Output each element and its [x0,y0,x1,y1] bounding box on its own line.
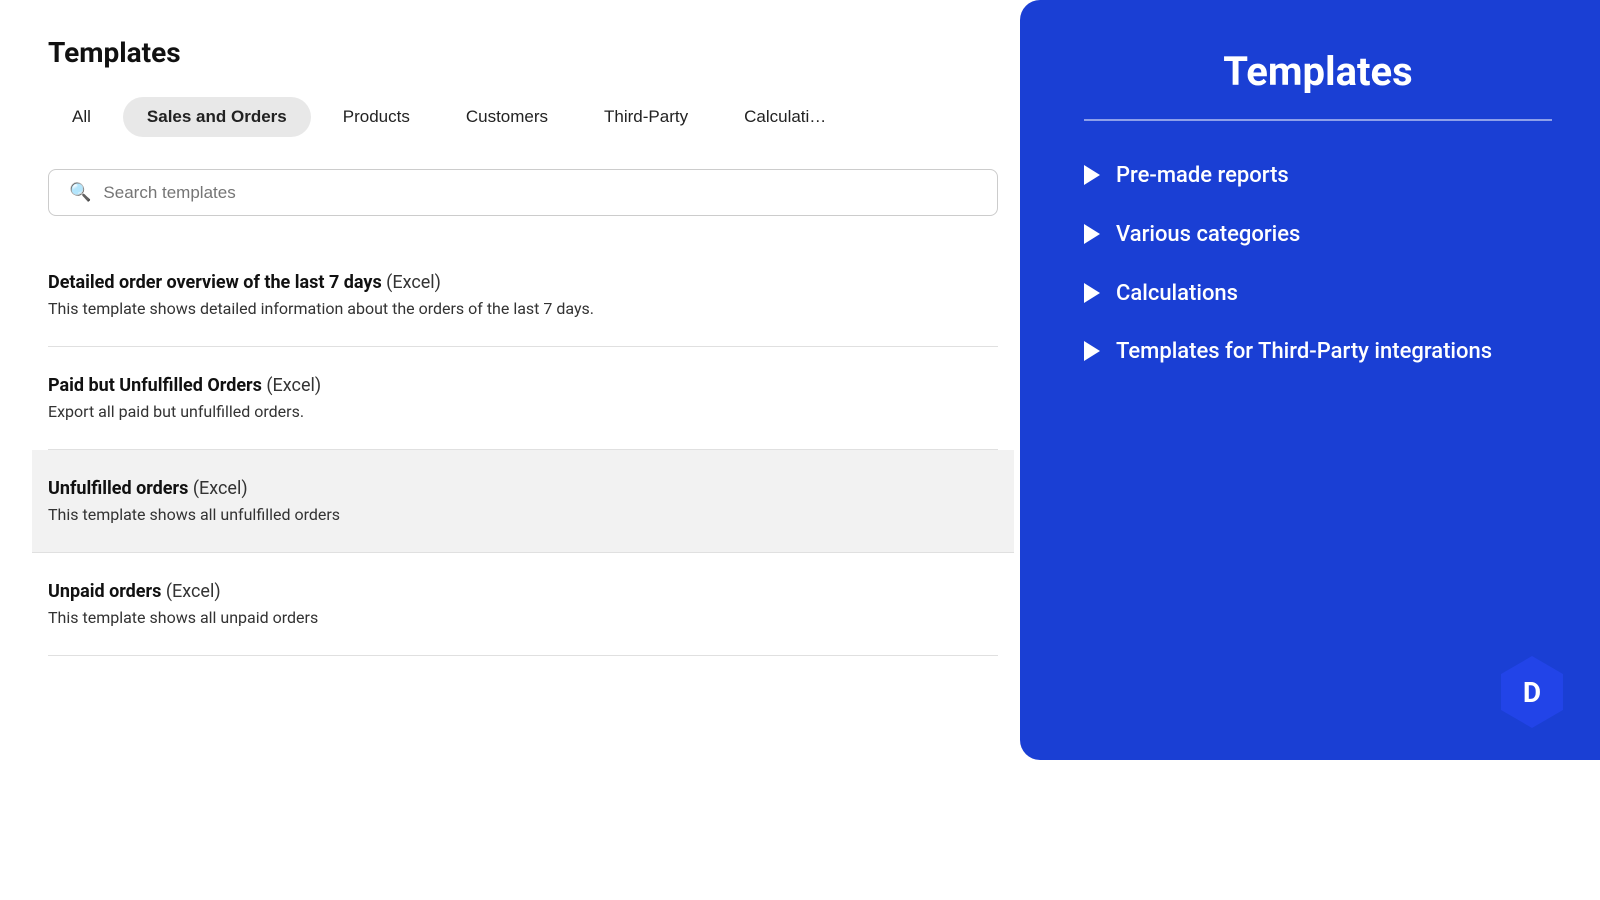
panel-item-label: Pre-made reports [1116,161,1289,192]
template-description: This template shows all unpaid orders [48,608,998,627]
tab-all[interactable]: All [48,97,115,137]
template-format: (Excel) [193,478,248,499]
panel-title: Templates [1084,48,1552,95]
badge-letter: D [1496,656,1568,728]
template-description: Export all paid but unfulfilled orders. [48,402,998,421]
template-format: (Excel) [386,272,441,293]
tab-sales-orders[interactable]: Sales and Orders [123,97,311,137]
template-item[interactable]: Paid but Unfulfilled Orders (Excel) Expo… [48,347,998,450]
panel-divider [1084,119,1552,121]
arrow-icon [1084,224,1100,244]
panel-items-list: Pre-made reports Various categories Calc… [1084,161,1552,368]
template-title: Detailed order overview of the last 7 da… [48,272,998,293]
panel-item: Pre-made reports [1084,161,1552,192]
tab-products[interactable]: Products [319,97,434,137]
tab-customers[interactable]: Customers [442,97,572,137]
template-title: Paid but Unfulfilled Orders (Excel) [48,375,998,396]
panel-item-label: Calculations [1116,279,1238,310]
panel-item: Various categories [1084,220,1552,251]
arrow-icon [1084,283,1100,303]
template-item[interactable]: Unpaid orders (Excel) This template show… [48,553,998,656]
template-description: This template shows detailed information… [48,299,998,318]
badge-icon: D [1496,656,1568,728]
template-format: (Excel) [266,375,321,396]
panel-item-label: Templates for Third-Party integrations [1116,337,1492,368]
template-format: (Excel) [166,581,221,602]
tab-third-party[interactable]: Third-Party [580,97,712,137]
panel-item: Calculations [1084,279,1552,310]
info-panel: Templates Pre-made reports Various categ… [1020,0,1600,760]
templates-list: Detailed order overview of the last 7 da… [48,244,998,656]
template-item[interactable]: Unfulfilled orders (Excel) This template… [32,450,1014,553]
search-input[interactable] [103,183,977,203]
arrow-icon [1084,165,1100,185]
panel-item: Templates for Third-Party integrations [1084,337,1552,368]
template-title: Unfulfilled orders (Excel) [48,478,998,499]
search-icon: 🔍 [69,182,91,203]
panel-item-label: Various categories [1116,220,1300,251]
template-item[interactable]: Detailed order overview of the last 7 da… [48,244,998,347]
template-description: This template shows all unfulfilled orde… [48,505,998,524]
arrow-icon [1084,341,1100,361]
tab-calculations[interactable]: Calculati… [720,97,850,137]
template-title: Unpaid orders (Excel) [48,581,998,602]
search-bar: 🔍 [48,169,998,216]
